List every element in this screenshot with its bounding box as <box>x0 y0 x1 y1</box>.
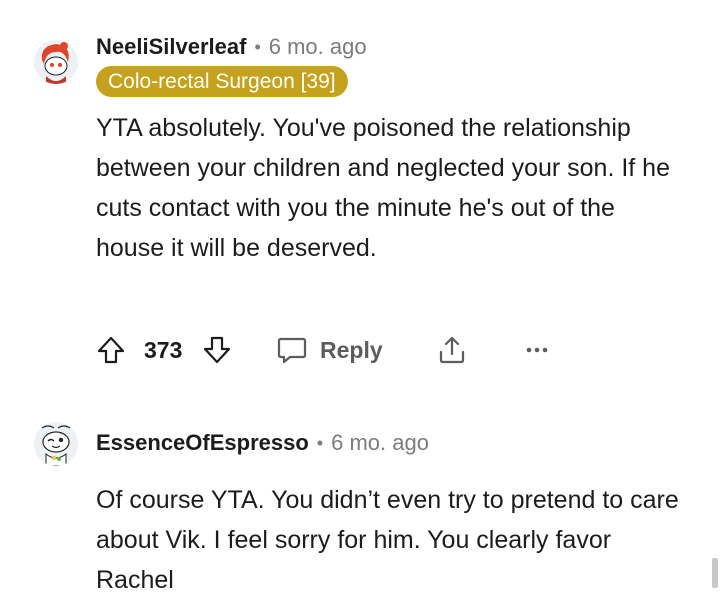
separator-dot: • <box>254 36 261 57</box>
more-options-icon <box>526 347 548 353</box>
comment-meta: EssenceOfEspresso • 6 mo. ago <box>96 430 429 456</box>
user-flair: Colo-rectal Surgeon [39] <box>96 66 348 97</box>
reply-bubble-icon <box>277 337 307 364</box>
snoo-avatar-icon <box>34 422 78 466</box>
comment-body: YTA absolutely. You've poisoned the rela… <box>96 114 670 262</box>
upvote-button[interactable] <box>96 330 126 370</box>
downvote-button[interactable] <box>202 330 232 370</box>
snoo-avatar-icon <box>34 40 78 84</box>
reply-label: Reply <box>320 336 383 363</box>
comment: EssenceOfEspresso • 6 mo. ago Of course … <box>0 390 720 604</box>
comment-body: Of course YTA. You didn’t even try to pr… <box>96 486 679 594</box>
share-icon <box>439 336 465 364</box>
comment-meta: NeeliSilverleaf • 6 mo. ago <box>96 34 367 60</box>
username[interactable]: NeeliSilverleaf <box>96 34 246 60</box>
user-avatar[interactable] <box>34 422 78 466</box>
separator-dot: • <box>316 432 324 453</box>
upvote-arrow-icon <box>97 336 125 364</box>
comment: NeeliSilverleaf • 6 mo. ago Colo-rectal … <box>0 0 720 390</box>
more-options-button[interactable] <box>526 330 548 370</box>
timestamp: 6 mo. ago <box>268 34 367 59</box>
downvote-arrow-icon <box>203 336 231 364</box>
scrollbar-thumb[interactable] <box>712 558 718 588</box>
vote-score: 373 <box>144 336 183 363</box>
timestamp: 6 mo. ago <box>331 430 429 455</box>
share-button[interactable] <box>436 330 468 370</box>
username[interactable]: EssenceOfEspresso <box>96 430 309 456</box>
comment-actions: 373 Reply <box>96 330 556 370</box>
user-avatar[interactable] <box>34 40 78 84</box>
reply-button[interactable]: Reply <box>276 330 383 370</box>
